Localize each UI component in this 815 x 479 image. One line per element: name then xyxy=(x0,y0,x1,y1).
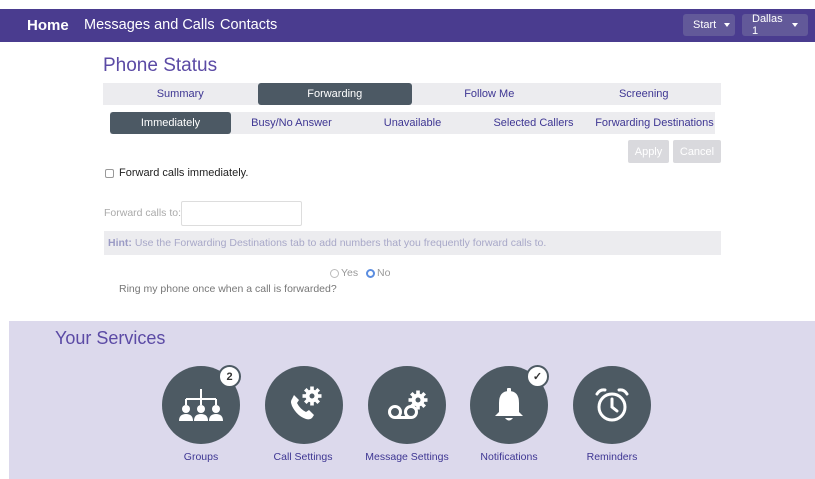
tab-screening[interactable]: Screening xyxy=(567,83,722,105)
start-dropdown-button[interactable]: Start xyxy=(683,14,735,36)
cancel-button[interactable]: Cancel xyxy=(673,140,721,163)
groups-label: Groups xyxy=(183,451,219,463)
ring-no-label: No xyxy=(377,267,391,279)
tab-follow-me[interactable]: Follow Me xyxy=(412,83,567,105)
reminders-label: Reminders xyxy=(586,451,638,463)
subtab-immediately[interactable]: Immediately xyxy=(110,112,231,134)
subtab-forwarding-destinations[interactable]: Forwarding Destinations xyxy=(594,112,715,134)
caret-down-icon xyxy=(724,23,731,27)
top-nav: Home Messages and Calls Contacts Start D… xyxy=(0,9,815,42)
notifications-check-badge: ✓ xyxy=(526,365,549,388)
forward-immediately-checkbox[interactable] xyxy=(105,169,114,178)
call-settings-label: Call Settings xyxy=(273,451,333,463)
nav-home-link[interactable]: Home xyxy=(27,17,69,34)
forward-to-input[interactable] xyxy=(181,201,302,226)
services-title: Your Services xyxy=(55,328,166,348)
alarm-clock-icon xyxy=(595,388,629,422)
notifications-label: Notifications xyxy=(480,451,538,463)
reminders-button[interactable] xyxy=(573,366,651,444)
apply-button[interactable]: Apply xyxy=(628,140,669,163)
groups-icon xyxy=(179,389,223,421)
subtab-unavailable[interactable]: Unavailable xyxy=(352,112,473,134)
tab-summary[interactable]: Summary xyxy=(103,83,258,105)
ring-question-label: Ring my phone once when a call is forwar… xyxy=(119,283,337,295)
ring-yes-label: Yes xyxy=(341,267,359,279)
ring-no-radio[interactable] xyxy=(366,269,375,278)
subtab-selected-callers[interactable]: Selected Callers xyxy=(473,112,594,134)
nav-messages-link[interactable]: Messages and Calls xyxy=(84,17,215,33)
forward-immediately-label: Forward calls immediately. xyxy=(119,167,249,179)
hint-text: Use the Forwarding Destinations tab to a… xyxy=(134,237,547,249)
page-title: Phone Status xyxy=(103,55,218,76)
forward-to-label: Forward calls to: xyxy=(104,207,182,219)
bell-icon xyxy=(495,388,523,421)
main-tabs: Summary Forwarding Follow Me Screening xyxy=(103,83,721,105)
nav-contacts-link[interactable]: Contacts xyxy=(220,17,277,33)
groups-count-badge: 2 xyxy=(218,365,241,388)
subtab-busy-no-answer[interactable]: Busy/No Answer xyxy=(231,112,352,134)
start-label: Start xyxy=(693,19,717,31)
tab-forwarding[interactable]: Forwarding xyxy=(257,83,412,105)
call-settings-icon xyxy=(291,386,322,420)
voicemail-settings-icon xyxy=(388,390,428,419)
forwarding-subtabs: Immediately Busy/No Answer Unavailable S… xyxy=(110,112,715,134)
ring-yes-radio[interactable] xyxy=(330,269,339,278)
caret-down-icon xyxy=(792,23,798,27)
hint-box: Hint: Use the Forwarding Destinations ta… xyxy=(104,231,721,255)
hint-label: Hint: xyxy=(108,237,132,249)
message-settings-button[interactable] xyxy=(368,366,446,444)
location-dropdown-button[interactable]: Dallas 1 xyxy=(742,13,808,37)
location-label: Dallas 1 xyxy=(752,13,783,37)
call-settings-button[interactable] xyxy=(265,366,343,444)
message-settings-label: Message Settings xyxy=(365,451,449,463)
